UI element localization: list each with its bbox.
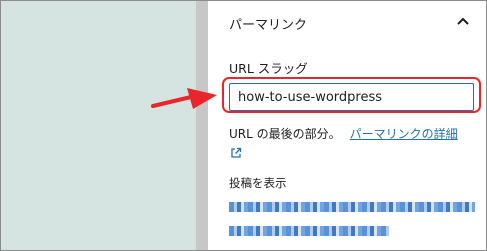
panel-title: パーマリンク xyxy=(229,18,308,33)
screenshot-frame: パーマリンク URL スラッグ URL の最後の部分。パーマリンクの詳細 投稿を… xyxy=(0,0,487,251)
chevron-up-icon[interactable] xyxy=(456,14,470,28)
slug-input[interactable] xyxy=(229,83,474,111)
permalink-details-link[interactable]: パーマリンクの詳細 xyxy=(350,127,458,141)
slug-help: URL の最後の部分。 パーマリンクの詳細 xyxy=(229,125,458,142)
view-post-label: 投稿を表示 xyxy=(229,176,287,190)
panel-divider xyxy=(196,1,208,250)
post-url-link-blurred-continued[interactable] xyxy=(229,226,389,236)
editor-canvas xyxy=(1,1,196,250)
pointer-arrow-icon xyxy=(151,88,217,109)
slug-label: URL スラッグ xyxy=(229,61,308,76)
post-url-link-blurred[interactable] xyxy=(229,202,475,212)
slug-help-text: URL の最後の部分。 xyxy=(229,127,341,141)
external-link-icon[interactable] xyxy=(230,147,242,159)
